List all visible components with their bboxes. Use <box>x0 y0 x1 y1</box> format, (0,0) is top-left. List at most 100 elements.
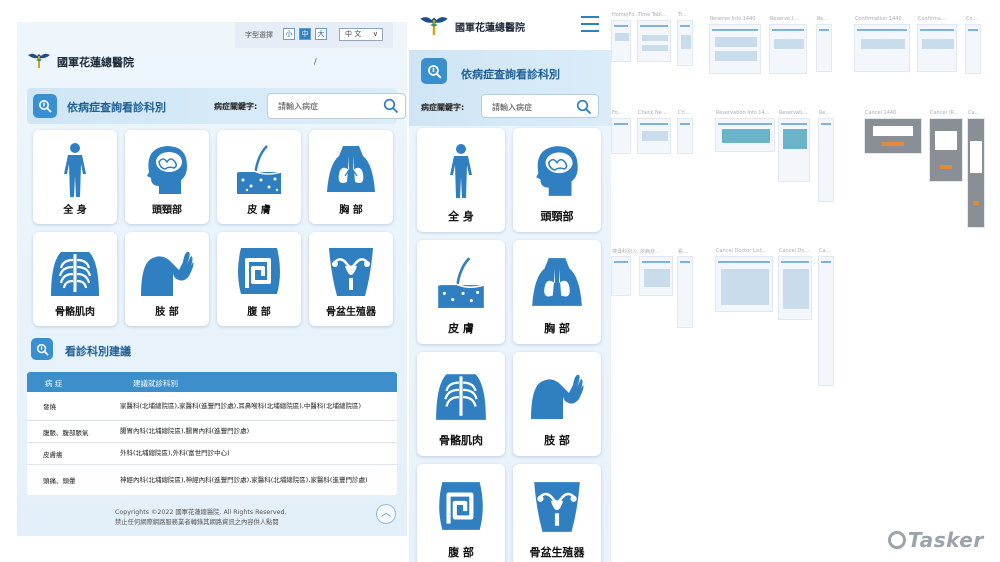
table-row: 發燒 家醫科(北埔總院區),家醫科(進豐門診處),耳鼻喉科(北埔總院區),中醫科… <box>27 392 397 421</box>
thumbnail-frame[interactable]: Home(Fo... <box>611 12 639 62</box>
thumbnail-frame[interactable]: Check Ne... <box>637 110 671 154</box>
category-label: 肢 部 <box>155 307 179 318</box>
font-size-small-button[interactable]: 小 <box>283 28 295 40</box>
font-size-large-button[interactable]: 大 <box>315 28 327 40</box>
category-skin[interactable]: 皮 膚 <box>217 130 301 224</box>
thumbnail-frame[interactable]: Reserve I... <box>769 16 807 74</box>
thumbnail-frame[interactable]: Cancel (R... <box>929 110 963 182</box>
category-label: 皮 膚 <box>247 205 271 216</box>
category-musculoskeletal[interactable]: 骨骼肌肉 <box>417 352 505 456</box>
lungs-icon <box>327 146 375 192</box>
category-label: 骨盆生殖器 <box>529 546 585 559</box>
symptom-cell: 皮膚癢 <box>43 450 63 459</box>
table-row: 腹脹、腹部脹氣 腸胃內科(北埔總院區),腸胃內科(進豐門診處) <box>27 421 397 443</box>
category-head-neck[interactable]: 頭頸部 <box>125 130 209 224</box>
thumbnail-frame[interactable]: Time Tabl... <box>637 12 671 62</box>
footer-copyright: Copyrights ©2022 國軍花蓮總醫院. All Rights Res… <box>115 509 287 527</box>
thumbnail-frame[interactable]: Reservation Info 14... <box>715 110 775 152</box>
thumbnail-frame[interactable]: Confirma... <box>917 16 957 72</box>
thumbnail-frame[interactable]: Re... <box>818 110 834 202</box>
head-brain-icon <box>147 146 187 194</box>
symptom-search-input[interactable]: 請輸入病症 <box>267 93 406 119</box>
language-select[interactable]: 中 文 ∨ <box>339 28 383 41</box>
category-chest[interactable]: 胸 部 <box>309 130 393 224</box>
keyword-label: 病症關鍵字: <box>214 102 258 111</box>
category-label: 胸 部 <box>544 322 570 335</box>
keyword-label: 病症關鍵字: <box>421 103 465 112</box>
uterus-icon <box>534 482 580 532</box>
department-suggestion-table: 病 症 建議就診科別 發燒 家醫科(北埔總院區),家醫科(進豐門診處),耳鼻喉科… <box>27 372 397 495</box>
thumbnail-frame[interactable]: Ca... <box>967 110 985 228</box>
symptom-search-banner: 依病症查詢看診科別 病症關鍵字: 請輸入病症 <box>27 88 406 124</box>
skin-icon <box>437 257 485 308</box>
search-icon[interactable] <box>383 98 399 114</box>
department-cell: 外科(北埔總院區),外科(富世門診中心) <box>120 449 230 458</box>
back-to-top-button[interactable]: ︿ <box>376 504 396 524</box>
search-doc-icon <box>33 94 57 118</box>
thumbnail-frame[interactable]: Fo... <box>611 110 631 154</box>
thumbnail-frame[interactable]: Confirmation 1440 <box>854 16 910 72</box>
chevron-up-icon: ︿ <box>381 508 391 519</box>
table-row: 皮膚癢 外科(北埔總院區),外科(富世門診中心) <box>27 443 397 465</box>
hospital-logo-icon <box>420 17 448 35</box>
thumbnail-frame[interactable]: 依病症... <box>639 249 673 296</box>
category-label: 胸 部 <box>339 205 363 216</box>
category-label: 全 身 <box>63 205 87 216</box>
symptom-search-banner: 依病症查詢看診科別 病症關鍵字: 請輸入病症 <box>409 50 611 126</box>
thumbnail-frame[interactable]: Ca... <box>818 248 834 386</box>
chevron-down-icon: ∨ <box>372 30 378 38</box>
department-cell: 神經內科(北埔總院區),神經內科(進豐門診處),家醫科(北埔總院區),家醫科(進… <box>120 475 368 484</box>
search-doc-icon <box>421 58 447 84</box>
category-limbs[interactable]: 肢 部 <box>513 352 601 456</box>
lungs-icon <box>532 258 582 306</box>
whole-body-icon <box>64 143 86 197</box>
category-head-neck[interactable]: 頭頸部 <box>513 128 601 232</box>
symptom-cell: 腹脹、腹部脹氣 <box>43 428 89 437</box>
category-musculoskeletal[interactable]: 骨骼肌肉 <box>33 232 117 326</box>
thumbnail-frame[interactable]: Re... <box>816 16 832 72</box>
brand-name[interactable]: 國軍花蓮總醫院 <box>57 54 134 70</box>
hamburger-menu-icon[interactable] <box>581 16 599 32</box>
breadcrumb: / <box>314 57 317 66</box>
category-label: 腹 部 <box>448 546 474 559</box>
column-header-symptom: 病 症 <box>45 379 63 388</box>
category-whole-body[interactable]: 全 身 <box>417 128 505 232</box>
tasker-logo-icon <box>888 531 906 549</box>
category-label: 頭頸部 <box>540 210 574 223</box>
mobile-page: 國軍花蓮總醫院 依病症查詢看診科別 病症關鍵字: 請輸入病症 全 身 頭頸部 皮… <box>409 0 611 562</box>
category-label: 腹 部 <box>247 307 271 318</box>
thumbnail-frame[interactable]: Cancel 1440 <box>864 110 922 154</box>
thumbnail-frame[interactable]: Co... <box>965 16 981 74</box>
category-chest[interactable]: 胸 部 <box>513 240 601 344</box>
category-whole-body[interactable]: 全 身 <box>33 130 117 224</box>
category-limbs[interactable]: 肢 部 <box>125 232 209 326</box>
design-canvas-thumbnails: Home(Fo... Time Tabl... Tr... Reserve In… <box>611 0 1000 562</box>
font-size-medium-button[interactable]: 中 <box>299 28 311 40</box>
thumbnail-frame[interactable]: 搜尋科別入... <box>611 249 642 296</box>
thumbnail-frame[interactable]: 看... <box>677 249 693 328</box>
symptom-search-input[interactable]: 請輸入病症 <box>481 94 599 118</box>
uterus-icon <box>329 248 373 296</box>
search-icon[interactable] <box>576 99 592 115</box>
whole-body-icon <box>450 144 472 198</box>
intestine-icon <box>238 248 280 294</box>
category-pelvis-reproductive[interactable]: 骨盆生殖器 <box>309 232 393 326</box>
thumbnail-frame[interactable]: Tr... <box>677 12 693 66</box>
ribcage-icon <box>436 374 486 420</box>
arm-icon <box>141 251 194 296</box>
thumbnail-frame[interactable]: Cancel Do... <box>778 248 812 320</box>
thumbnail-frame[interactable]: Cancel Doctor List... <box>715 248 773 312</box>
category-label: 骨盆生殖器 <box>326 307 376 318</box>
category-abdomen[interactable]: 腹 部 <box>217 232 301 326</box>
banner-title: 依病症查詢看診科別 <box>67 101 166 114</box>
category-pelvis-reproductive[interactable]: 骨盆生殖器 <box>513 464 601 562</box>
thumbnail-frame[interactable]: Reservati... <box>778 110 810 182</box>
category-abdomen[interactable]: 腹 部 <box>417 464 505 562</box>
thumbnail-frame[interactable]: Reserve Info 1440 <box>709 16 761 74</box>
mobile-header: 國軍花蓮總醫院 <box>409 0 611 50</box>
category-skin[interactable]: 皮 膚 <box>417 240 505 344</box>
banner-title: 依病症查詢看診科別 <box>461 68 560 81</box>
brand-name[interactable]: 國軍花蓮總醫院 <box>455 19 525 34</box>
symptom-cell: 發燒 <box>43 403 56 411</box>
thumbnail-frame[interactable]: Ch... <box>677 110 693 154</box>
